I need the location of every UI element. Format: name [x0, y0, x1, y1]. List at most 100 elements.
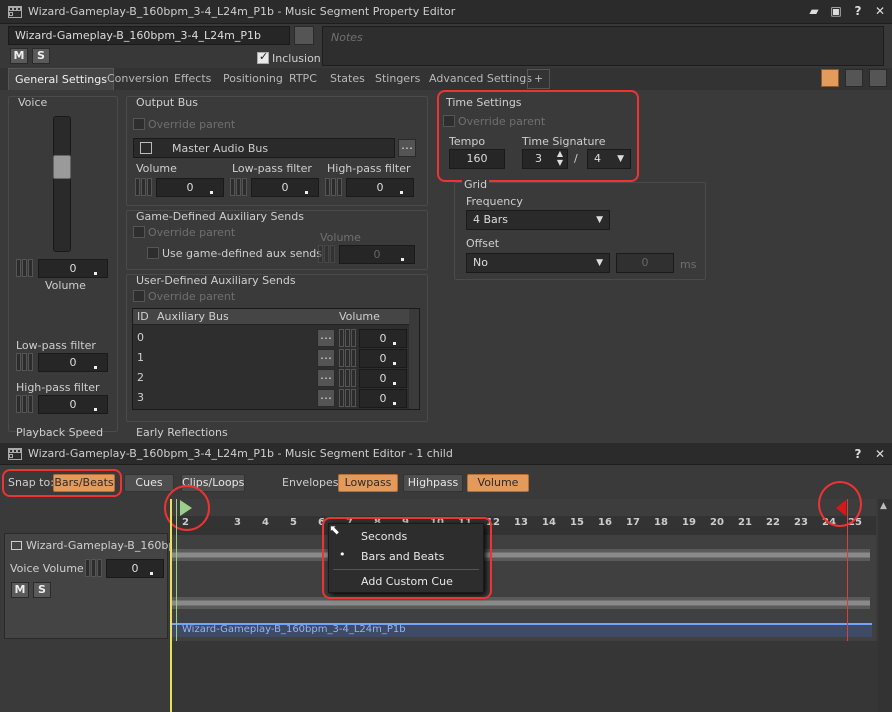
row-browse-button[interactable]: … [317, 389, 335, 407]
tab-stingers[interactable]: Stingers [369, 68, 426, 90]
table-scrollbar[interactable] [409, 309, 419, 409]
game-aux-title: Game-Defined Auxiliary Sends [136, 210, 304, 223]
voice-volume-knob[interactable] [16, 259, 34, 277]
solo-button[interactable]: S [32, 48, 50, 64]
row-browse-button[interactable]: … [317, 349, 335, 367]
output-bus-browse-button[interactable]: … [398, 139, 416, 157]
close-icon[interactable]: ✕ [872, 3, 888, 19]
output-lowpass-value[interactable]: 0 [251, 178, 319, 197]
row-volume-value[interactable]: 0 [359, 329, 407, 348]
output-volume-value[interactable]: 0 [156, 178, 224, 197]
ruler-bar: 18 [654, 517, 668, 528]
offset-select[interactable]: No ▼ [466, 253, 610, 273]
track-solo-button[interactable]: S [33, 582, 51, 598]
tab-states[interactable]: States [324, 68, 371, 90]
row-volume-knob[interactable] [339, 349, 357, 367]
mute-button[interactable]: M [10, 48, 28, 64]
output-highpass-knob[interactable] [325, 178, 343, 196]
grid-title: Grid [462, 178, 490, 191]
track-volume-knob[interactable] [85, 559, 103, 577]
tab-advanced-settings[interactable]: Advanced Settings [423, 68, 538, 90]
scroll-up-icon[interactable]: ▲ [880, 501, 887, 511]
use-game-aux-checkbox[interactable] [147, 247, 159, 259]
name-bar: Wizard-Gameplay-B_160bpm_3-4_L24m_P1b M … [0, 24, 892, 68]
output-highpass-label: High-pass filter [327, 162, 411, 175]
notes-field[interactable]: Notes [322, 26, 884, 66]
snap-cues-button[interactable]: Cues [124, 474, 174, 492]
vertical-scrollbar[interactable]: ▲ [878, 499, 892, 712]
frequency-select[interactable]: 4 Bars ▼ [466, 210, 610, 230]
add-tab-button[interactable]: + [527, 69, 551, 89]
ruler-bar: 17 [626, 517, 640, 528]
game-aux-volume-knob[interactable] [318, 245, 336, 263]
tab-general-settings[interactable]: General Settings [8, 68, 114, 90]
cue-lane[interactable] [170, 499, 876, 516]
layout-single-icon[interactable] [821, 69, 839, 87]
link-icon[interactable] [294, 26, 314, 45]
use-game-aux-label: Use game-defined aux sends [162, 247, 323, 260]
output-volume-label: Volume [136, 162, 177, 175]
voice-highpass-knob[interactable] [16, 395, 34, 413]
tab-effects[interactable]: Effects [168, 68, 217, 90]
playback-speed-label: Playback Speed [16, 426, 104, 438]
voice-volume-value[interactable]: 0 [38, 259, 108, 278]
offset-unit: ms [680, 258, 697, 271]
voice-highpass-value[interactable]: 0 [38, 395, 108, 414]
close-icon[interactable]: ✕ [872, 446, 888, 462]
empty-track-area[interactable] [172, 641, 878, 712]
output-override-checkbox[interactable] [133, 118, 145, 130]
row-volume-knob[interactable] [339, 389, 357, 407]
output-volume-knob[interactable] [135, 178, 153, 196]
row-volume-value[interactable]: 0 [359, 369, 407, 388]
ruler-bar: 13 [514, 517, 528, 528]
timeline-ruler[interactable]: 2 3 4 5 6 7 8 9 10 11 12 13 14 15 16 17 … [170, 499, 876, 535]
mouse-cursor-icon: ⬉ [329, 523, 340, 538]
row-browse-button[interactable]: … [317, 369, 335, 387]
track-volume-value[interactable]: 0 [106, 559, 164, 578]
row-volume-knob[interactable] [339, 369, 357, 387]
folder-icon[interactable]: ▰ [806, 3, 822, 19]
inclusion-label: Inclusion [272, 52, 321, 65]
segment-editor-panel: Snap to: Bars/Beats Cues Clips/Loops Env… [0, 465, 892, 712]
tab-conversion[interactable]: Conversion [101, 68, 175, 90]
row-volume-value[interactable]: 0 [359, 349, 407, 368]
slider-thumb[interactable] [53, 155, 71, 179]
env-highpass-button[interactable]: Highpass [403, 474, 463, 492]
object-name-field[interactable]: Wizard-Gameplay-B_160bpm_3-4_L24m_P1b [8, 26, 290, 45]
user-aux-override-checkbox[interactable] [133, 290, 145, 302]
clip-bar[interactable]: Wizard-Gameplay-B_160bpm_3-4_L24m_P1b [170, 623, 872, 637]
save-icon[interactable]: ▣ [828, 3, 844, 19]
inclusion-checkbox[interactable] [257, 50, 269, 64]
voice-volume-slider[interactable] [53, 116, 71, 252]
track-mute-button[interactable]: M [11, 582, 29, 598]
chevron-down-icon: ▼ [596, 258, 603, 268]
track-lane[interactable]: Wizard-Gameplay-B_160bpm_3-4_L24m_P1b [170, 535, 876, 641]
track-header[interactable]: Wizard-Gameplay-B_160bp... Voice Volume … [4, 533, 186, 639]
tab-rtpc[interactable]: RTPC [283, 68, 323, 90]
tab-positioning[interactable]: Positioning [217, 68, 289, 90]
env-lowpass-button[interactable]: Lowpass [338, 474, 398, 492]
help-icon[interactable]: ? [850, 3, 866, 19]
user-aux-override-label: Override parent [148, 290, 236, 303]
row-volume-knob[interactable] [339, 329, 357, 347]
output-lowpass-knob[interactable] [230, 178, 248, 196]
row-browse-button[interactable]: … [317, 329, 335, 347]
layout-stack-icon[interactable] [869, 69, 887, 87]
output-bus-field[interactable]: Master Audio Bus [133, 138, 395, 158]
bus-icon [140, 142, 152, 154]
col-volume: Volume [339, 310, 380, 323]
row-volume-value[interactable]: 0 [359, 389, 407, 408]
help-icon[interactable]: ? [850, 446, 866, 462]
output-highpass-value[interactable]: 0 [346, 178, 414, 197]
grid-icon [8, 5, 22, 18]
offset-value-field[interactable]: 0 [616, 253, 674, 273]
env-volume-button[interactable]: Volume [467, 474, 529, 492]
row-id: 0 [137, 331, 144, 344]
game-aux-override-checkbox[interactable] [133, 226, 145, 238]
voice-lowpass-knob[interactable] [16, 353, 34, 371]
grid-icon [8, 447, 22, 460]
ruler-bar: 5 [290, 517, 297, 528]
layout-split-icon[interactable] [845, 69, 863, 87]
voice-lowpass-value[interactable]: 0 [38, 353, 108, 372]
game-aux-volume-value[interactable]: 0 [339, 245, 415, 264]
